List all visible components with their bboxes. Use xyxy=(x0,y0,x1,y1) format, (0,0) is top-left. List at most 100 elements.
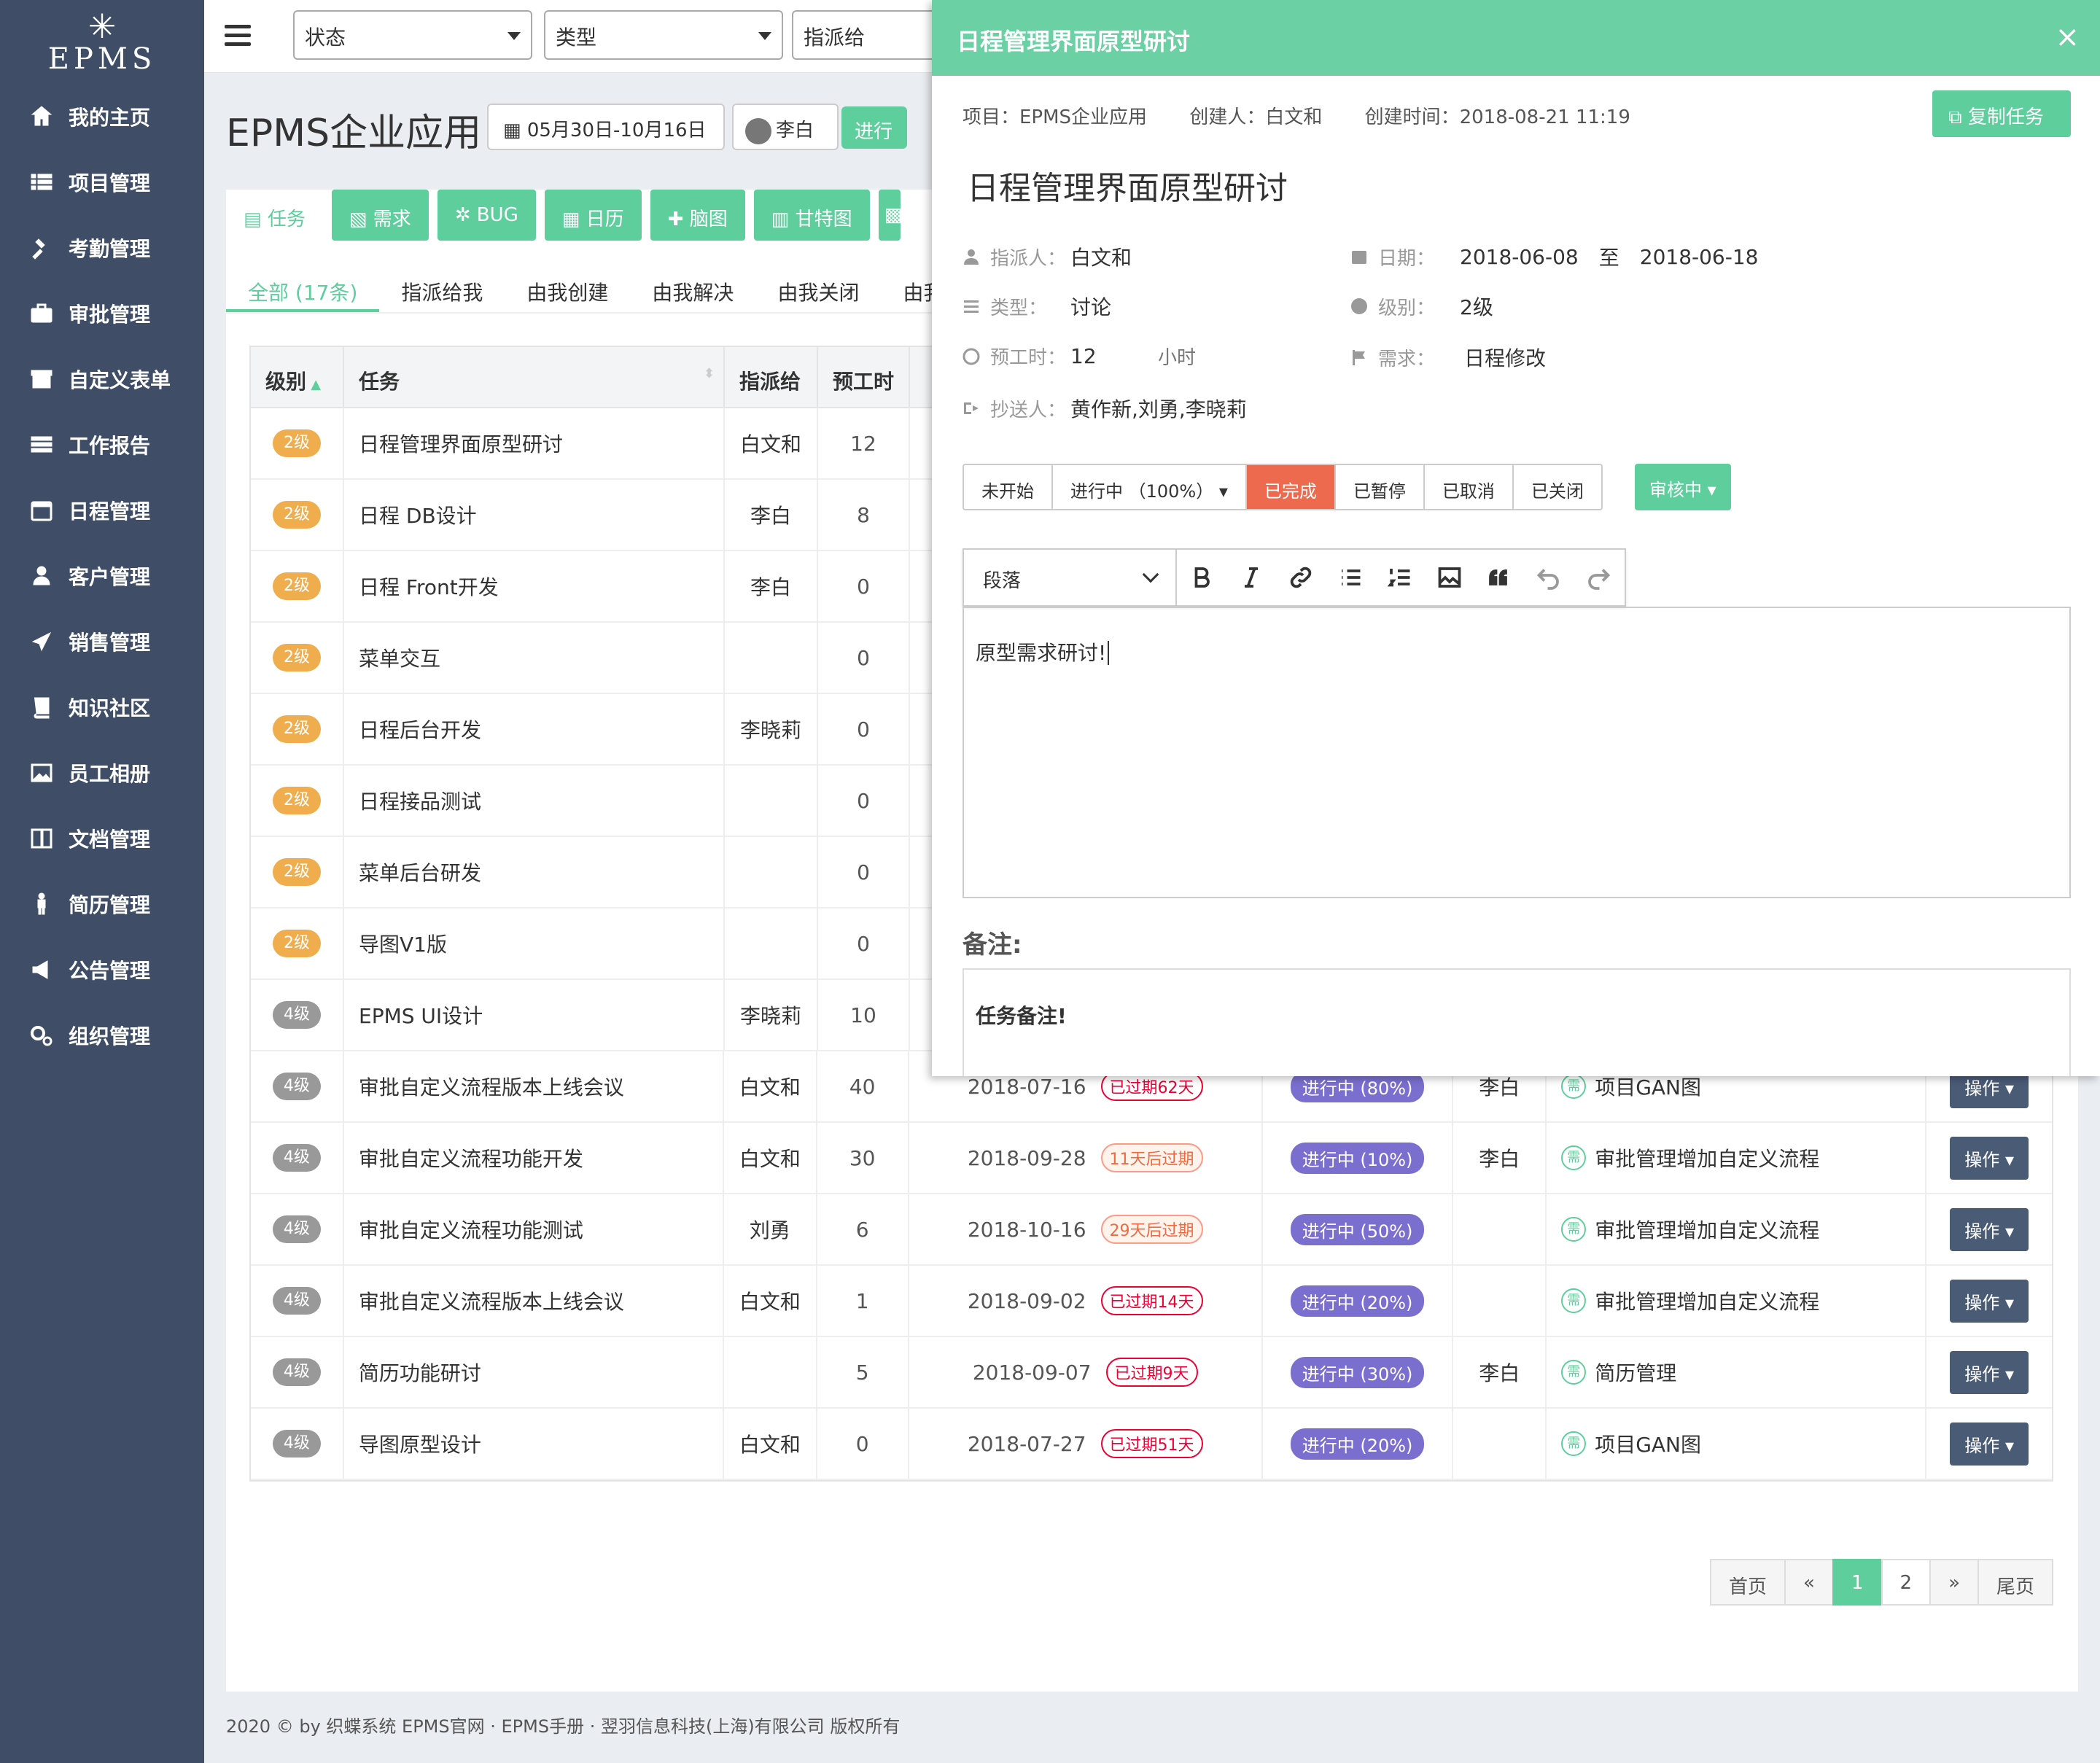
level-value[interactable]: 2级 xyxy=(1460,292,1493,321)
filter-tab-1[interactable]: 指派给我 xyxy=(379,262,505,312)
table-row[interactable]: 4级 简历功能研讨 5 2018-09-07 已过期9天 进行中 (30%) 李白 需简历管理… xyxy=(251,1336,2052,1409)
user-button[interactable]: 李白 xyxy=(732,104,839,150)
filter-tab-0[interactable]: 全部 (17条) xyxy=(226,262,380,312)
task-name[interactable]: 审批自定义流程功能开发 xyxy=(359,1143,583,1172)
status-button-2[interactable]: 已完成 xyxy=(1246,465,1336,509)
task-cell[interactable]: 日程管理界面原型研讨 xyxy=(344,408,725,479)
task-name[interactable]: 日程接品测试 xyxy=(359,786,481,815)
sidebar-item-4[interactable]: 自定义表单 xyxy=(0,346,204,412)
type-filter-select[interactable]: 类型 xyxy=(544,10,783,60)
sidebar-item-7[interactable]: 客户管理 xyxy=(0,543,204,609)
column-header-hours[interactable]: 预工时 xyxy=(818,347,910,407)
task-cell[interactable]: 导图V1版 xyxy=(344,908,725,979)
sidebar-item-12[interactable]: 简历管理 xyxy=(0,871,204,937)
need-name[interactable]: 简历管理 xyxy=(1595,1358,1676,1387)
task-name[interactable]: 审批自定义流程功能测试 xyxy=(359,1215,583,1244)
status-button-0[interactable]: 未开始 xyxy=(964,465,1053,509)
sidebar-item-3[interactable]: 审批管理 xyxy=(0,281,204,346)
task-cell[interactable]: EPMS UI设计 xyxy=(344,979,725,1051)
bold-button[interactable] xyxy=(1177,550,1226,605)
next-page-button[interactable]: » xyxy=(1929,1559,1979,1606)
operation-dropdown-button[interactable]: 操作 ▾ xyxy=(1950,1350,2029,1394)
task-cell[interactable]: 审批自定义流程版本上线会议 xyxy=(344,1051,724,1122)
operation-dropdown-button[interactable]: 操作 ▾ xyxy=(1950,1422,2029,1466)
table-row[interactable]: 4级 审批自定义流程版本上线会议 白文和 1 2018-09-02 已过期14天 进行中 (… xyxy=(251,1265,2052,1337)
sidebar-item-11[interactable]: 文档管理 xyxy=(0,806,204,871)
sidebar-item-10[interactable]: 员工相册 xyxy=(0,740,204,806)
status-button-4[interactable]: 已取消 xyxy=(1425,465,1514,509)
task-name[interactable]: 日程后台开发 xyxy=(359,715,481,744)
task-name[interactable]: 简历功能研讨 xyxy=(359,1358,481,1387)
close-icon[interactable]: × xyxy=(2055,20,2080,54)
table-row[interactable]: 4级 审批自定义流程功能测试 刘勇 6 2018-10-16 29天后过期 进行中 (50%… xyxy=(251,1194,2052,1266)
task-name[interactable]: 菜单后台研发 xyxy=(359,857,481,887)
column-header-assignee[interactable]: 指派给 xyxy=(725,347,818,407)
tab-gantt[interactable]: ▥ 甘特图 xyxy=(753,190,870,241)
table-row[interactable]: 4级 审批自定义流程功能开发 白文和 30 2018-09-28 11天后过期 进行中 (1… xyxy=(251,1122,2052,1194)
sidebar-item-6[interactable]: 日程管理 xyxy=(0,478,204,543)
need-name[interactable]: 审批管理增加自定义流程 xyxy=(1595,1215,1819,1244)
tab-requirement[interactable]: ▧ 需求 xyxy=(331,190,429,241)
sidebar-item-9[interactable]: 知识社区 xyxy=(0,674,204,740)
operation-dropdown-button[interactable]: 操作 ▾ xyxy=(1950,1279,2029,1323)
type-value[interactable]: 讨论 xyxy=(1070,292,1111,321)
image-button[interactable] xyxy=(1425,550,1474,605)
sidebar-item-8[interactable]: 销售管理 xyxy=(0,609,204,674)
filter-tab-3[interactable]: 由我解决 xyxy=(630,262,755,312)
task-name[interactable]: 审批自定义流程版本上线会议 xyxy=(359,1072,624,1101)
filter-tab-4[interactable]: 由我关闭 xyxy=(755,262,881,312)
need-name[interactable]: 审批管理增加自定义流程 xyxy=(1595,1286,1819,1315)
blockquote-button[interactable] xyxy=(1474,550,1524,605)
task-name[interactable]: 日程管理界面原型研讨 xyxy=(359,429,563,458)
undo-button[interactable] xyxy=(1524,550,1574,605)
task-name[interactable]: 菜单交互 xyxy=(359,643,440,672)
tab-mindmap[interactable]: ✚ 脑图 xyxy=(650,190,745,241)
task-name[interactable]: 日程 DB设计 xyxy=(359,500,477,529)
task-cell[interactable]: 审批自定义流程功能测试 xyxy=(344,1194,724,1265)
redo-button[interactable] xyxy=(1574,550,1623,605)
sidebar-item-1[interactable]: 项目管理 xyxy=(0,149,204,215)
project-status-button[interactable]: 进行 xyxy=(841,106,907,149)
date-end-value[interactable]: 2018-06-18 xyxy=(1640,245,1759,269)
operation-dropdown-button[interactable]: 操作 ▾ xyxy=(1950,1207,2029,1251)
page-2-button[interactable]: 2 xyxy=(1881,1559,1932,1606)
task-name[interactable]: 导图V1版 xyxy=(359,929,447,958)
cc-value[interactable]: 黄作新,刘勇,李晓莉 xyxy=(1070,394,1247,423)
task-name[interactable]: 审批自定义流程版本上线会议 xyxy=(359,1286,624,1315)
tab-calendar[interactable]: ▦ 日历 xyxy=(544,190,642,241)
notes-field[interactable]: 任务备注! xyxy=(962,968,2071,1076)
task-name[interactable]: 日程 Front开发 xyxy=(359,572,499,601)
tab-bug[interactable]: ✲ BUG xyxy=(437,190,536,241)
need-name[interactable]: 审批管理增加自定义流程 xyxy=(1595,1143,1819,1172)
last-page-button[interactable]: 尾页 xyxy=(1977,1559,2053,1606)
need-name[interactable]: 项目GAN图 xyxy=(1595,1429,1701,1458)
need-name[interactable]: 项目GAN图 xyxy=(1595,1072,1701,1101)
task-cell[interactable]: 日程接品测试 xyxy=(344,765,725,836)
column-header-task[interactable]: 任务 ⬍ xyxy=(344,347,725,407)
task-cell[interactable]: 简历功能研讨 xyxy=(344,1336,724,1408)
assignee-value[interactable]: 白文和 xyxy=(1070,242,1132,271)
hours-value[interactable]: 12 xyxy=(1070,344,1158,368)
first-page-button[interactable]: 首页 xyxy=(1710,1559,1786,1606)
date-start-value[interactable]: 2018-06-08 xyxy=(1460,245,1579,269)
sidebar-item-5[interactable]: 工作报告 xyxy=(0,412,204,478)
need-value[interactable]: 日程修改 xyxy=(1464,343,1546,372)
task-cell[interactable]: 审批自定义流程版本上线会议 xyxy=(344,1265,724,1336)
column-header-level[interactable]: 级别 ▲ xyxy=(251,347,344,407)
sidebar-item-0[interactable]: 我的主页 xyxy=(0,84,204,149)
sidebar-item-13[interactable]: 公告管理 xyxy=(0,937,204,1003)
page-1-button[interactable]: 1 xyxy=(1832,1559,1883,1606)
link-button[interactable] xyxy=(1276,550,1326,605)
date-range-button[interactable]: ▦ 05月30日-10月16日 xyxy=(487,104,725,150)
filter-tab-2[interactable]: 由我创建 xyxy=(505,262,630,312)
review-dropdown-button[interactable]: 审核中 ▾ xyxy=(1635,464,1731,510)
status-button-5[interactable]: 已关闭 xyxy=(1514,465,1601,509)
paragraph-style-select[interactable]: 段落 xyxy=(964,550,1177,605)
logo[interactable]: ✳ EPMS xyxy=(0,0,204,84)
task-cell[interactable]: 日程 DB设计 xyxy=(344,479,725,550)
task-cell[interactable]: 日程后台开发 xyxy=(344,693,725,765)
copy-task-button[interactable]: ⧉ 复制任务 xyxy=(1932,90,2071,137)
sidebar-item-2[interactable]: 考勤管理 xyxy=(0,215,204,281)
table-row[interactable]: 4级 导图原型设计 白文和 0 2018-07-27 已过期51天 进行中 (20%) 需项目… xyxy=(251,1408,2052,1480)
status-filter-select[interactable]: 状态 xyxy=(293,10,532,60)
